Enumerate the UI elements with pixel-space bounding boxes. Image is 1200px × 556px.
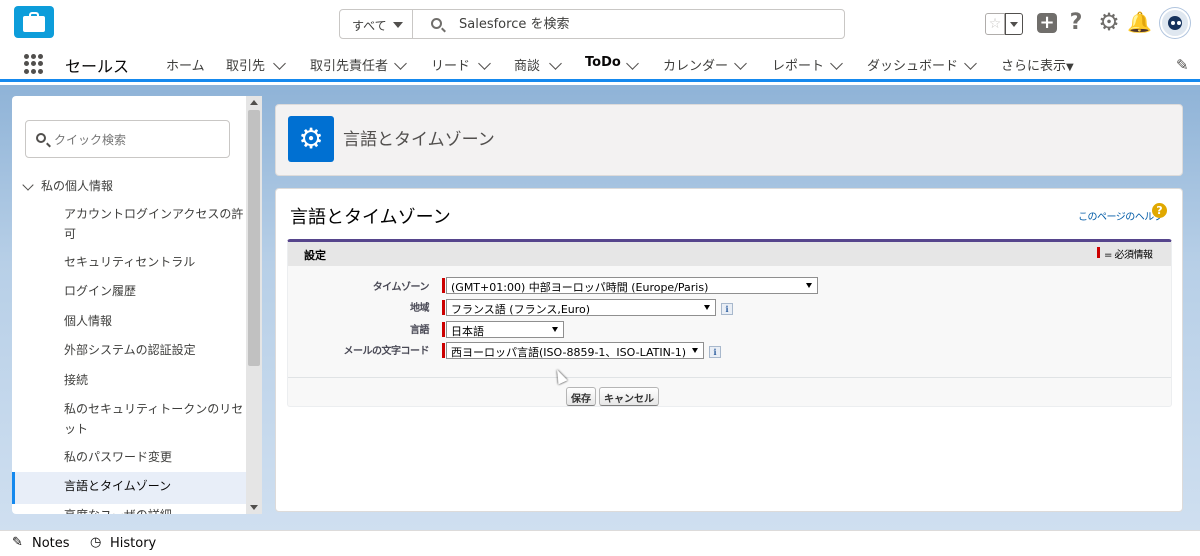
chevron-down-icon[interactable] bbox=[22, 179, 34, 191]
global-header: すべて ☆ + ? ⚙ 🔔 bbox=[0, 0, 1200, 46]
utility-notes[interactable]: Notes bbox=[32, 536, 70, 551]
sidebar-item-auth-settings[interactable]: 外部システムの認証設定 bbox=[64, 340, 246, 360]
briefcase-icon bbox=[23, 16, 45, 32]
notifications-bell-icon[interactable]: 🔔 bbox=[1127, 9, 1152, 35]
history-clock-icon[interactable]: ◷ bbox=[90, 535, 101, 550]
language-label: 言語 bbox=[410, 325, 430, 336]
app-navigation-bar: セールス ホーム 取引先 取引先責任者 リード 商談 ToDo カレンダー レポ… bbox=[0, 46, 1200, 82]
chevron-down-icon[interactable] bbox=[626, 57, 639, 70]
page-title: 言語とタイムゾーン bbox=[290, 207, 451, 228]
required-indicator bbox=[1097, 247, 1100, 258]
timezone-select[interactable]: (GMT+01:00) 中部ヨーロッパ時間 (Europe/Paris) bbox=[446, 277, 818, 294]
setup-sidebar: 私の個人情報 アカウントログインアクセスの許可 セキュリティセントラル ログイン… bbox=[12, 96, 260, 514]
sidebar-item-login-history[interactable]: ログイン履歴 bbox=[64, 281, 246, 301]
sidebar-item-security-central[interactable]: セキュリティセントラル bbox=[64, 252, 246, 272]
setup-gear-icon: ⚙ bbox=[288, 116, 334, 162]
chevron-down-icon[interactable] bbox=[394, 57, 407, 70]
app-launcher-waffle-icon[interactable] bbox=[24, 54, 44, 74]
nav-more-label: さらに表示 bbox=[1001, 59, 1067, 74]
favorites-dropdown-button[interactable] bbox=[1005, 13, 1023, 35]
info-icon[interactable]: i bbox=[709, 346, 721, 358]
sidebar-item-advanced-user-details[interactable]: 高度なユーザの詳細 bbox=[64, 505, 246, 514]
sidebar-scrollbar[interactable] bbox=[246, 96, 262, 514]
favorites-star-icon[interactable]: ☆ bbox=[985, 13, 1005, 35]
locale-label: 地域 bbox=[410, 303, 430, 314]
sidebar-section-personal[interactable]: 私の個人情報 bbox=[41, 177, 113, 194]
email-encoding-label: メールの文字コード bbox=[343, 346, 430, 357]
nav-item-dashboards[interactable]: ダッシュボード bbox=[867, 55, 958, 74]
chevron-down-icon[interactable] bbox=[964, 57, 977, 70]
chevron-down-icon bbox=[393, 22, 403, 28]
global-search-input[interactable] bbox=[459, 15, 829, 33]
avatar-eye bbox=[1177, 21, 1181, 25]
section-header: 設定 = 必須情報 bbox=[288, 242, 1171, 266]
edit-nav-pencil-icon[interactable]: ✎ bbox=[1176, 56, 1189, 74]
chevron-down-icon[interactable] bbox=[273, 57, 286, 70]
sidebar-item-connections[interactable]: 接続 bbox=[64, 370, 246, 390]
page-header-title: 言語とタイムゾーン bbox=[343, 130, 495, 150]
nav-item-more[interactable]: さらに表示▼ bbox=[1001, 55, 1074, 74]
user-avatar[interactable] bbox=[1160, 8, 1190, 38]
scrollbar-thumb[interactable] bbox=[248, 110, 260, 366]
settings-form: タイムゾーン (GMT+01:00) 中部ヨーロッパ時間 (Europe/Par… bbox=[288, 266, 1171, 385]
help-for-page-link[interactable]: このページのヘルプ bbox=[1078, 208, 1164, 223]
sidebar-item-reset-token[interactable]: 私のセキュリティトークンのリセット bbox=[64, 399, 246, 439]
global-actions-plus-icon[interactable]: + bbox=[1037, 13, 1057, 33]
help-question-icon[interactable]: ? bbox=[1152, 203, 1167, 218]
nav-item-leads[interactable]: リード bbox=[431, 55, 470, 74]
avatar-eye bbox=[1171, 21, 1175, 25]
search-scope-select[interactable]: すべて bbox=[339, 9, 413, 39]
info-icon[interactable]: i bbox=[721, 303, 733, 315]
sidebar-item-personal-info[interactable]: 個人情報 bbox=[64, 311, 246, 331]
search-icon bbox=[36, 133, 46, 143]
nav-item-todo[interactable]: ToDo bbox=[585, 55, 621, 70]
mouse-cursor-icon bbox=[552, 367, 568, 385]
required-indicator bbox=[442, 322, 445, 337]
help-question-icon[interactable]: ? bbox=[1066, 10, 1086, 36]
salesforce-logo[interactable] bbox=[14, 6, 54, 38]
chevron-down-icon[interactable] bbox=[478, 57, 491, 70]
email-encoding-select[interactable]: 西ヨーロッパ言語(ISO-8859-1、ISO-LATIN-1) bbox=[446, 342, 704, 359]
required-indicator bbox=[442, 300, 445, 315]
chevron-down-icon[interactable] bbox=[830, 57, 843, 70]
notes-icon[interactable]: ✎ bbox=[12, 535, 23, 550]
locale-select[interactable]: フランス語 (フランス,Euro) bbox=[446, 299, 716, 316]
chevron-down-icon[interactable] bbox=[734, 57, 747, 70]
section-title: 設定 bbox=[304, 249, 326, 262]
triangle-down-icon: ▼ bbox=[1066, 62, 1074, 73]
nav-item-calendar[interactable]: カレンダー bbox=[663, 55, 728, 74]
nav-item-accounts[interactable]: 取引先 bbox=[226, 55, 265, 74]
sidebar-item-change-password[interactable]: 私のパスワード変更 bbox=[64, 447, 246, 467]
save-button[interactable]: 保存 bbox=[566, 387, 596, 406]
main-content-card: 言語とタイムゾーン このページのヘルプ ? 設定 = 必須情報 タイムゾーン (… bbox=[275, 188, 1183, 512]
scroll-up-arrow-icon[interactable] bbox=[250, 100, 258, 105]
language-select[interactable]: 日本語 bbox=[446, 321, 564, 338]
sidebar-item-login-access[interactable]: アカウントログインアクセスの許可 bbox=[64, 204, 246, 244]
page-header-card: ⚙ 言語とタイムゾーン bbox=[275, 104, 1183, 176]
settings-section: 設定 = 必須情報 タイムゾーン (GMT+01:00) 中部ヨーロッパ時間 (… bbox=[287, 239, 1172, 407]
quick-search-input[interactable] bbox=[54, 131, 224, 148]
nav-item-reports[interactable]: レポート bbox=[772, 55, 824, 74]
required-indicator bbox=[442, 278, 445, 293]
required-legend: = 必須情報 bbox=[1104, 250, 1153, 261]
nav-item-home[interactable]: ホーム bbox=[166, 55, 205, 74]
nav-item-opportunities[interactable]: 商談 bbox=[514, 55, 540, 74]
global-search-box[interactable] bbox=[412, 9, 845, 39]
utility-history[interactable]: History bbox=[110, 536, 156, 551]
app-name: セールス bbox=[65, 57, 130, 76]
sidebar-item-language-timezone[interactable]: 言語とタイムゾーン bbox=[64, 476, 246, 496]
scroll-down-arrow-icon[interactable] bbox=[250, 505, 258, 510]
quick-search-box[interactable] bbox=[25, 120, 230, 158]
search-scope-label: すべて bbox=[352, 19, 387, 33]
setup-gear-icon[interactable]: ⚙ bbox=[1097, 9, 1121, 35]
timezone-label: タイムゾーン bbox=[372, 282, 430, 293]
search-icon bbox=[431, 18, 442, 29]
required-indicator bbox=[442, 343, 445, 358]
utility-bar: ✎ Notes ◷ History bbox=[0, 530, 1200, 556]
chevron-down-icon[interactable] bbox=[549, 57, 562, 70]
nav-item-contacts[interactable]: 取引先責任者 bbox=[310, 55, 388, 74]
cancel-button[interactable]: キャンセル bbox=[599, 387, 659, 406]
